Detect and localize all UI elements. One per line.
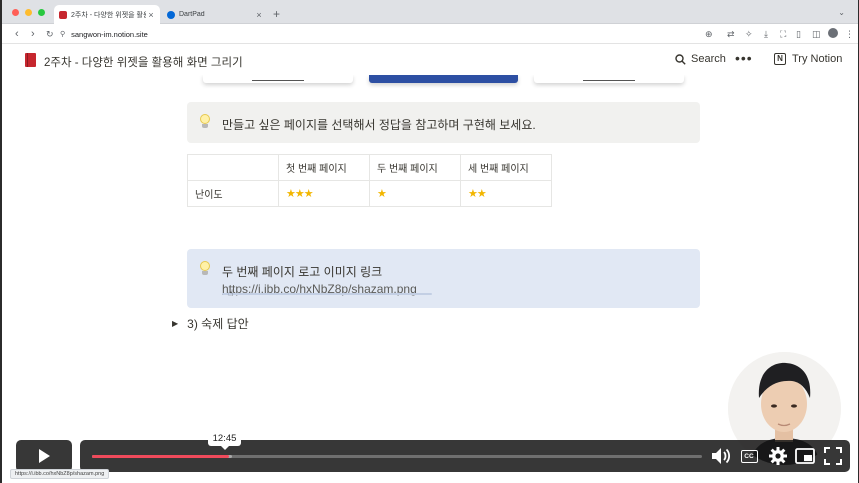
download-icon[interactable]: ⤓ bbox=[764, 27, 768, 41]
site-info-icon[interactable]: ⚲ bbox=[60, 30, 65, 38]
new-tab-button[interactable]: + bbox=[273, 8, 280, 20]
tab-dartpad[interactable]: DartPad × bbox=[162, 5, 268, 24]
table-header-cell: 세 번째 페이지 bbox=[460, 154, 552, 181]
page-image-2 bbox=[369, 75, 518, 83]
sidebar-icon[interactable]: ▯ bbox=[796, 27, 801, 41]
status-bar-url: https://i.ibb.co/hxNbZ8p/shazam.png bbox=[10, 469, 110, 479]
lightbulb-icon bbox=[199, 114, 210, 130]
table-row: 난이도 ★★★ ★ ★★ bbox=[187, 180, 552, 207]
reload-icon[interactable]: ↻ bbox=[46, 26, 54, 42]
text-selection-highlight bbox=[222, 293, 432, 295]
zoom-icon[interactable]: ⊕ bbox=[705, 27, 713, 41]
captions-icon: CC bbox=[740, 449, 758, 463]
table-header-cell bbox=[187, 154, 279, 181]
more-options-icon[interactable]: ••• bbox=[735, 50, 753, 66]
logo-link-callout: 두 번째 페이지 로고 이미지 링크 https://i.ibb.co/hxNb… bbox=[187, 249, 700, 308]
captions-button[interactable]: CC bbox=[739, 446, 759, 466]
browser-tab-bar: 2주차 - 다양한 위젯을 활용해 화면 그리기 × DartPad × + ⌄ bbox=[0, 0, 859, 24]
notion-topbar: 2주차 - 다양한 위젯을 활용해 화면 그리기 Search ••• N Tr… bbox=[0, 45, 859, 75]
fullscreen-button[interactable] bbox=[823, 446, 843, 466]
homework-answer-toggle[interactable]: ▶ 3) 숙제 답안 bbox=[172, 315, 249, 332]
notion-logo-icon: N bbox=[774, 53, 786, 65]
gear-icon bbox=[769, 447, 787, 465]
page-image-1 bbox=[203, 75, 353, 83]
page-book-icon bbox=[25, 53, 36, 67]
browser-menu-icon[interactable]: ⋮ bbox=[845, 27, 854, 41]
tab-close-icon[interactable]: × bbox=[146, 10, 156, 20]
star-icon: ★★★ bbox=[286, 188, 314, 200]
address-bar: ‹ › ↻ ⚲ sangwon-im.notion.site ⊕ ⇄ ✧ ⤓ ⛶… bbox=[0, 24, 859, 44]
back-arrow-icon[interactable]: ‹ bbox=[15, 26, 19, 42]
settings-button[interactable] bbox=[768, 446, 788, 466]
split-view-icon[interactable]: ◫ bbox=[812, 27, 821, 41]
toggle-triangle-icon[interactable]: ▶ bbox=[172, 319, 178, 328]
page-title[interactable]: 2주차 - 다양한 위젯을 활용해 화면 그리기 bbox=[44, 54, 243, 70]
played-progress bbox=[92, 455, 230, 458]
difficulty-label: 난이도 bbox=[187, 180, 279, 207]
star-icon: ★ bbox=[377, 188, 387, 200]
tab-search-chevron-icon[interactable]: ⌄ bbox=[838, 8, 845, 17]
play-icon bbox=[39, 449, 50, 463]
search-button[interactable]: Search bbox=[675, 53, 726, 65]
search-icon bbox=[675, 53, 686, 65]
callout-text: 두 번째 페이지 로고 이미지 링크 bbox=[222, 265, 383, 279]
fullscreen-icon bbox=[824, 447, 842, 465]
tab-close-icon[interactable]: × bbox=[254, 10, 264, 20]
zoom-window-button[interactable] bbox=[38, 9, 45, 16]
url-field[interactable]: ⚲ sangwon-im.notion.site bbox=[60, 27, 720, 41]
video-control-bar: CC bbox=[80, 440, 850, 472]
close-window-button[interactable] bbox=[12, 9, 19, 16]
table-header-row: 첫 번째 페이지 두 번째 페이지 세 번째 페이지 bbox=[187, 154, 552, 181]
mouse-cursor-icon: ☝ bbox=[228, 288, 234, 298]
volume-button[interactable] bbox=[711, 446, 731, 466]
picture-in-picture-icon bbox=[795, 448, 815, 464]
star-rating: ★ bbox=[369, 180, 461, 207]
forward-arrow-icon[interactable]: › bbox=[31, 26, 35, 42]
time-tooltip: 12:45 bbox=[208, 430, 241, 450]
dartpad-icon bbox=[167, 10, 175, 19]
try-notion-label: Try Notion bbox=[792, 53, 843, 65]
star-rating: ★★ bbox=[460, 180, 552, 207]
tab-label: DartPad bbox=[179, 11, 205, 18]
window-frame-left bbox=[0, 0, 2, 483]
url-text: sangwon-im.notion.site bbox=[71, 29, 148, 39]
progress-track[interactable] bbox=[92, 455, 702, 458]
extension-icon[interactable]: ✧ bbox=[745, 27, 753, 41]
try-notion-button[interactable]: N Try Notion bbox=[774, 53, 842, 65]
instruction-callout: 만들고 싶은 페이지를 선택해서 정답을 참고하며 구현해 보세요. bbox=[187, 102, 700, 143]
table-header-cell: 두 번째 페이지 bbox=[369, 154, 461, 181]
toggle-label: 3) 숙제 답안 bbox=[187, 317, 249, 331]
volume-icon bbox=[712, 448, 731, 464]
tab-label: 2주차 - 다양한 위젯을 활용해 화면 그리기 bbox=[71, 11, 146, 19]
minimize-window-button[interactable] bbox=[25, 9, 32, 16]
search-label: Search bbox=[691, 53, 726, 65]
table-header-cell: 첫 번째 페이지 bbox=[278, 154, 370, 181]
star-icon: ★★ bbox=[468, 188, 487, 200]
callout-text: 만들고 싶은 페이지를 선택해서 정답을 참고하며 구현해 보세요. bbox=[222, 118, 536, 132]
picture-in-picture-button[interactable] bbox=[795, 446, 815, 466]
difficulty-table: 첫 번째 페이지 두 번째 페이지 세 번째 페이지 난이도 ★★★ ★ ★★ bbox=[187, 154, 552, 207]
red-book-icon bbox=[59, 10, 67, 19]
star-rating: ★★★ bbox=[278, 180, 370, 207]
translate-icon[interactable]: ⇄ bbox=[727, 27, 735, 41]
page-image-3 bbox=[534, 75, 684, 83]
play-button[interactable] bbox=[16, 440, 72, 472]
tab-notion-page[interactable]: 2주차 - 다양한 위젯을 활용해 화면 그리기 × bbox=[54, 5, 160, 24]
lightbulb-icon bbox=[199, 261, 210, 277]
profile-avatar[interactable] bbox=[828, 28, 838, 38]
screenshot-icon[interactable]: ⛶ bbox=[780, 27, 786, 41]
